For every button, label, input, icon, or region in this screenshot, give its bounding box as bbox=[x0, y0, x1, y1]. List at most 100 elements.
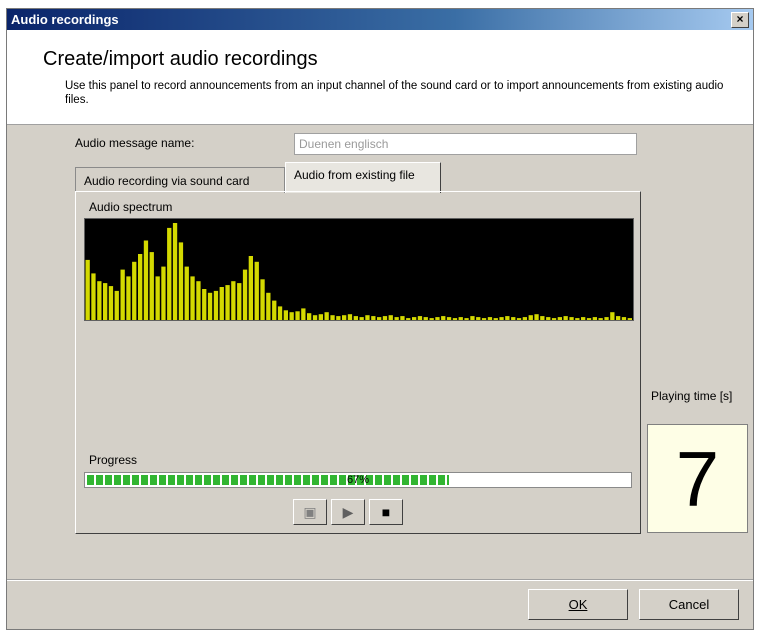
spectrum-bar bbox=[464, 318, 469, 320]
spectrum-bar bbox=[616, 316, 621, 320]
window-title: Audio recordings bbox=[11, 12, 119, 27]
cancel-button-label: Cancel bbox=[668, 597, 710, 612]
spectrum-bar bbox=[365, 315, 370, 320]
spectrum-bar bbox=[225, 285, 230, 320]
spectrum-bar bbox=[312, 315, 318, 320]
spectrum-bar bbox=[272, 300, 277, 320]
stop-button[interactable]: ■ bbox=[369, 499, 403, 525]
spectrum-bar bbox=[260, 279, 265, 320]
spectrum-bar bbox=[347, 314, 353, 320]
spectrum-bar bbox=[108, 286, 114, 320]
spectrum-bar bbox=[382, 316, 388, 320]
spectrum-bar bbox=[569, 317, 574, 320]
spectrum-bar bbox=[196, 281, 201, 320]
spectrum-bar bbox=[452, 318, 458, 320]
spectrum-bar bbox=[237, 283, 242, 320]
spectrum-bar bbox=[371, 316, 376, 320]
spectrum-bar bbox=[277, 306, 283, 320]
spectrum-bar bbox=[353, 316, 358, 320]
spectrum-bar bbox=[295, 311, 300, 320]
audio-recordings-dialog: Audio recordings × Create/import audio r… bbox=[6, 8, 754, 630]
spectrum-bar bbox=[132, 261, 137, 320]
spectrum-bar bbox=[143, 240, 149, 320]
spectrum-bar bbox=[435, 317, 440, 320]
spectrum-bar bbox=[120, 269, 125, 320]
spectrum-bar bbox=[499, 317, 504, 320]
spectrum-bar bbox=[167, 227, 172, 320]
spectrum-bar bbox=[248, 256, 253, 320]
spectrum-bar bbox=[604, 317, 609, 320]
cancel-button[interactable]: Cancel bbox=[639, 589, 739, 620]
audio-spectrum-label: Audio spectrum bbox=[89, 200, 173, 214]
spectrum-bar bbox=[307, 313, 312, 320]
spectrum-bar bbox=[359, 317, 364, 320]
spectrum-bar bbox=[336, 316, 341, 320]
progress-label: Progress bbox=[89, 453, 138, 467]
title-bar: Audio recordings × bbox=[7, 9, 753, 30]
audio-spectrum-graph bbox=[85, 223, 632, 320]
playing-time-value: 7 bbox=[675, 435, 720, 523]
spectrum-bar bbox=[516, 318, 522, 320]
spectrum-bar bbox=[470, 316, 475, 320]
spectrum-bar bbox=[441, 316, 446, 320]
spectrum-bar bbox=[190, 276, 195, 320]
spectrum-bar bbox=[126, 276, 131, 320]
spectrum-bar bbox=[178, 242, 184, 320]
spectrum-bar bbox=[103, 283, 108, 320]
spectrum-bar bbox=[429, 318, 434, 320]
close-button[interactable]: × bbox=[731, 12, 749, 28]
spectrum-bar bbox=[481, 318, 487, 320]
spectrum-bar bbox=[557, 317, 562, 320]
audio-spectrum-display bbox=[84, 218, 634, 321]
spectrum-bar bbox=[388, 315, 393, 320]
spectrum-bar bbox=[522, 317, 527, 320]
spectrum-bar bbox=[289, 312, 294, 320]
spectrum-bar bbox=[254, 261, 259, 320]
page-description: Use this panel to record announcements f… bbox=[65, 80, 724, 106]
progress-bar: 67% bbox=[84, 472, 632, 488]
spectrum-bar bbox=[377, 317, 382, 320]
spectrum-bar bbox=[412, 317, 417, 320]
ok-button-label: OK bbox=[568, 597, 588, 612]
spectrum-bar bbox=[586, 318, 592, 320]
playing-time-label: Playing time [s] bbox=[651, 389, 733, 403]
progress-percent: 67% bbox=[346, 474, 370, 486]
spectrum-bar bbox=[97, 281, 102, 320]
spectrum-bar bbox=[627, 318, 632, 320]
folder-icon: ▣ bbox=[303, 504, 317, 520]
tab-audio-recording-via-sound-card[interactable]: Audio recording via sound card bbox=[75, 167, 285, 193]
spectrum-bar bbox=[551, 318, 557, 320]
spectrum-bar bbox=[172, 223, 178, 320]
spectrum-bar bbox=[487, 317, 493, 320]
spectrum-bar bbox=[528, 315, 533, 320]
spectrum-bar bbox=[394, 317, 399, 320]
spectrum-bar bbox=[511, 317, 516, 320]
spectrum-bar bbox=[184, 266, 189, 320]
play-button[interactable]: ▶ bbox=[331, 499, 365, 525]
spectrum-bar bbox=[592, 317, 597, 320]
dialog-header: Create/import audio recordings Use this … bbox=[7, 30, 753, 125]
spectrum-bar bbox=[231, 281, 236, 320]
spectrum-bar bbox=[598, 318, 603, 320]
spectrum-bar bbox=[610, 312, 615, 320]
spectrum-bar bbox=[621, 317, 627, 320]
spectrum-bar bbox=[138, 254, 143, 320]
spectrum-bar bbox=[540, 316, 545, 320]
tab-audio-from-existing-file[interactable]: Audio from existing file bbox=[285, 162, 441, 193]
spectrum-bar bbox=[330, 315, 335, 320]
spectrum-bar bbox=[546, 317, 551, 320]
open-file-button[interactable]: ▣ bbox=[293, 499, 327, 525]
spectrum-bar bbox=[423, 317, 428, 320]
spectrum-bar bbox=[85, 259, 90, 320]
stop-icon: ■ bbox=[381, 504, 391, 520]
audio-message-name-input[interactable] bbox=[294, 133, 637, 155]
footer-divider bbox=[7, 579, 753, 581]
spectrum-bar bbox=[324, 312, 329, 320]
spectrum-bar bbox=[213, 290, 219, 320]
spectrum-bar bbox=[493, 318, 498, 320]
spectrum-bar bbox=[342, 315, 347, 320]
spectrum-bar bbox=[581, 317, 586, 320]
ok-button[interactable]: OK bbox=[528, 589, 628, 620]
spectrum-bar bbox=[301, 308, 306, 320]
spectrum-bar bbox=[155, 276, 160, 320]
